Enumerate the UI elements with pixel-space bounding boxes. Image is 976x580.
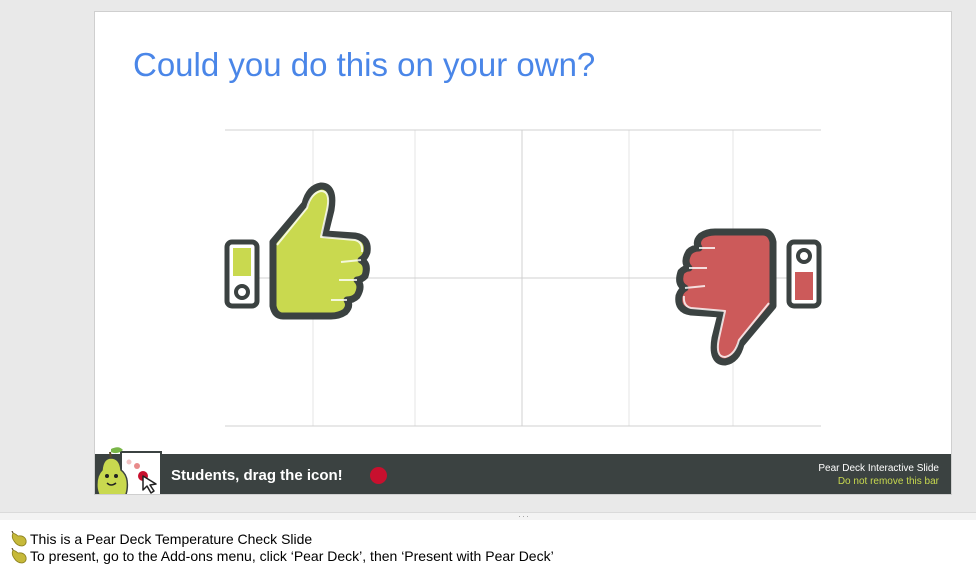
drag-instruction: Students, drag the icon! <box>171 467 343 484</box>
draggable-dot[interactable] <box>370 467 387 484</box>
speaker-notes[interactable]: This is a Pear Deck Temperature Check Sl… <box>0 520 976 580</box>
pear-logo-icon <box>96 447 162 494</box>
pear-icon <box>11 530 27 546</box>
note-line: This is a Pear Deck Temperature Check Sl… <box>10 530 312 547</box>
thumbs-down-icon[interactable] <box>673 222 823 366</box>
notes-resize-handle[interactable]: ··· <box>0 511 976 521</box>
note-text: To present, go to the Add-ons menu, clic… <box>30 547 554 564</box>
interactive-slide-label: Pear Deck Interactive Slide <box>818 463 939 474</box>
peardeck-bar: Students, drag the icon! Pear Deck Inter… <box>95 447 951 494</box>
pear-icon <box>11 547 27 563</box>
slide[interactable]: Could you do this on your own? Students,… <box>94 11 952 495</box>
note-text: This is a Pear Deck Temperature Check Sl… <box>30 530 313 547</box>
do-not-remove-label: Do not remove this bar <box>837 476 939 487</box>
peardeck-info: Pear Deck Interactive Slide Do not remov… <box>818 462 939 488</box>
grip-icon: ··· <box>518 511 530 521</box>
note-line: To present, go to the Add-ons menu, clic… <box>10 547 554 564</box>
slide-canvas: Could you do this on your own? Students,… <box>0 0 976 512</box>
thumbs-up-icon[interactable] <box>223 182 373 326</box>
